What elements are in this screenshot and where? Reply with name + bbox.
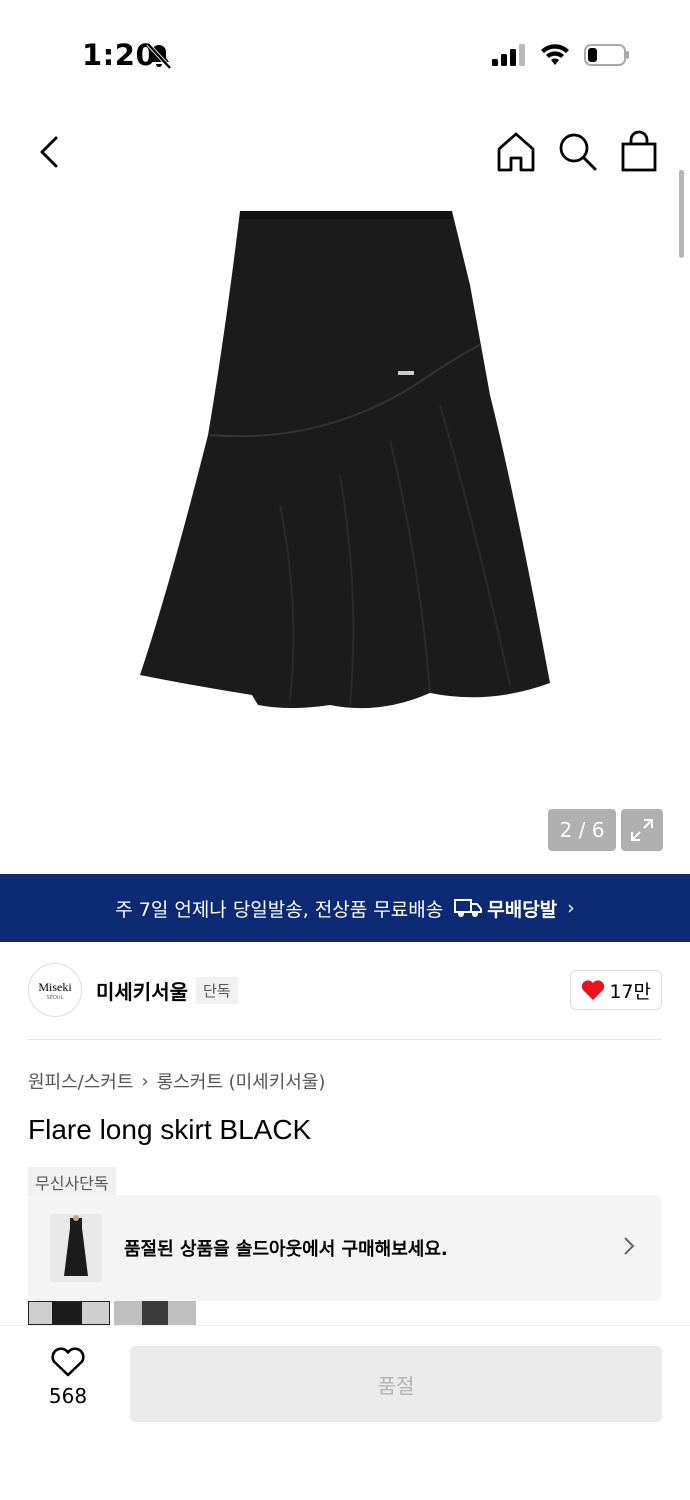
bag-icon <box>621 130 657 172</box>
related-thumbnail[interactable] <box>28 1301 110 1325</box>
brand-name[interactable]: 미세키서울 <box>96 976 188 1005</box>
signal-icon <box>492 44 526 70</box>
brand-exclusive-badge: 단독 <box>196 976 238 1004</box>
soldout-thumbnail <box>50 1214 102 1282</box>
promo-badge-label: 무배당발 <box>487 898 558 921</box>
brand-row: Miseki SEOUL 미세키서울 단독 17만 <box>28 962 662 1018</box>
bottom-bar: 568 품절 <box>0 1325 690 1500</box>
promo-text: 주 7일 언제나 당일발송, 전상품 무료배송 <box>115 898 444 921</box>
buy-button[interactable]: 품절 <box>130 1346 662 1422</box>
soldout-text: 품절된 상품을 솔드아웃에서 구매해보세요. <box>124 1239 448 1260</box>
promo-badge: 무배당발 <box>453 895 557 922</box>
divider <box>28 1039 662 1040</box>
product-image <box>130 205 560 724</box>
scroll-indicator <box>679 170 684 258</box>
back-button[interactable] <box>30 130 70 174</box>
image-counter: 2 / 6 <box>548 809 616 851</box>
chevron-right-icon <box>622 1235 636 1261</box>
truck-icon <box>454 899 483 917</box>
exclusive-tag: 무신사단독 <box>28 1167 116 1197</box>
bell-off-icon <box>146 42 172 74</box>
brand-like-button[interactable]: 17만 <box>570 970 662 1010</box>
product-title: Flare long skirt BLACK <box>28 1114 312 1145</box>
breadcrumb: 원피스/스커트 › 롱스커트 (미세키서울) <box>28 1068 325 1094</box>
brand-logo-subtext: SEOUL <box>46 994 64 1001</box>
search-button[interactable] <box>556 130 600 174</box>
soldout-banner[interactable]: 품절된 상품을 솔드아웃에서 구매해보세요. <box>28 1195 662 1301</box>
wishlist-count: 568 <box>48 1384 88 1408</box>
status-bar: 1:20 <box>0 0 690 110</box>
brand-logo[interactable]: Miseki SEOUL <box>28 963 82 1017</box>
home-icon <box>497 132 535 172</box>
cart-button[interactable] <box>617 130 661 174</box>
search-icon <box>559 133 597 171</box>
brand-like-count: 17만 <box>609 980 651 1003</box>
battery-icon <box>584 44 630 70</box>
wishlist-button[interactable]: 568 <box>28 1346 108 1408</box>
breadcrumb-subcategory[interactable]: 롱스커트 (미세키서울) <box>157 1068 326 1094</box>
heart-icon <box>51 1347 85 1377</box>
shipping-promo-banner[interactable]: 주 7일 언제나 당일발송, 전상품 무료배송 무배당발 › <box>0 874 690 942</box>
heart-icon <box>582 980 605 1000</box>
breadcrumb-category[interactable]: 원피스/스커트 <box>28 1068 133 1094</box>
breadcrumb-separator: › <box>141 1070 149 1092</box>
home-button[interactable] <box>494 130 538 174</box>
related-thumbnails <box>28 1301 196 1325</box>
expand-button[interactable] <box>621 809 663 851</box>
wifi-icon <box>540 44 570 70</box>
expand-icon <box>631 819 653 841</box>
chevron-right-icon: › <box>567 897 575 919</box>
brand-logo-text: Miseki <box>38 979 72 994</box>
related-thumbnail[interactable] <box>114 1301 196 1325</box>
back-icon <box>40 136 58 168</box>
